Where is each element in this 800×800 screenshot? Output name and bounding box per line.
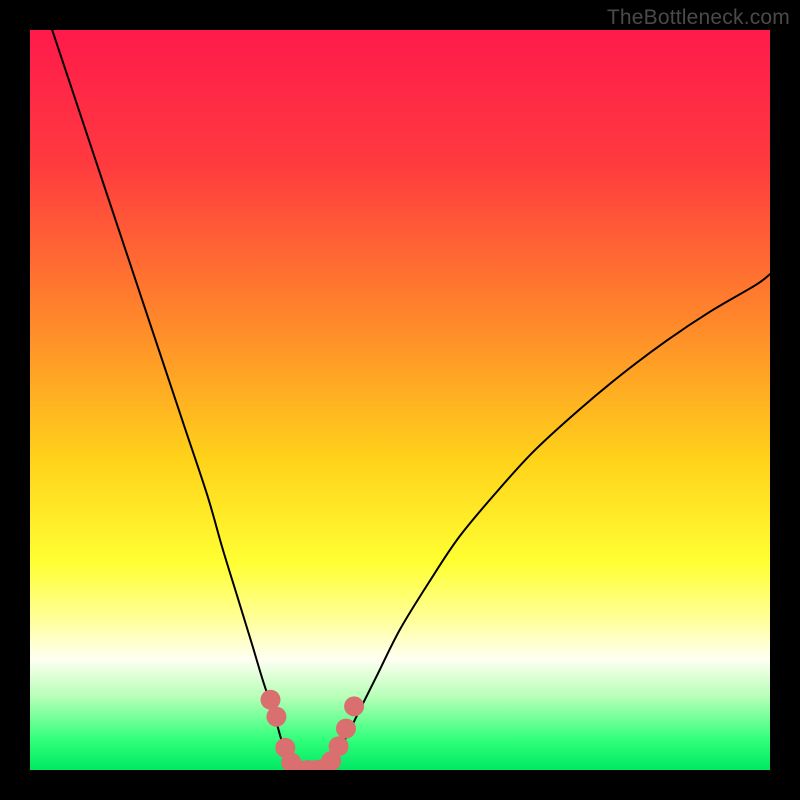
gradient-background <box>30 30 770 770</box>
watermark-text: TheBottleneck.com <box>607 6 790 30</box>
marker-dot <box>336 719 356 739</box>
marker-dot <box>329 736 349 756</box>
chart-plot-area <box>30 30 770 770</box>
marker-dot <box>344 696 364 716</box>
chart-svg <box>30 30 770 770</box>
marker-dot <box>266 707 286 727</box>
marker-dot <box>261 690 281 710</box>
outer-frame: TheBottleneck.com <box>0 0 800 800</box>
